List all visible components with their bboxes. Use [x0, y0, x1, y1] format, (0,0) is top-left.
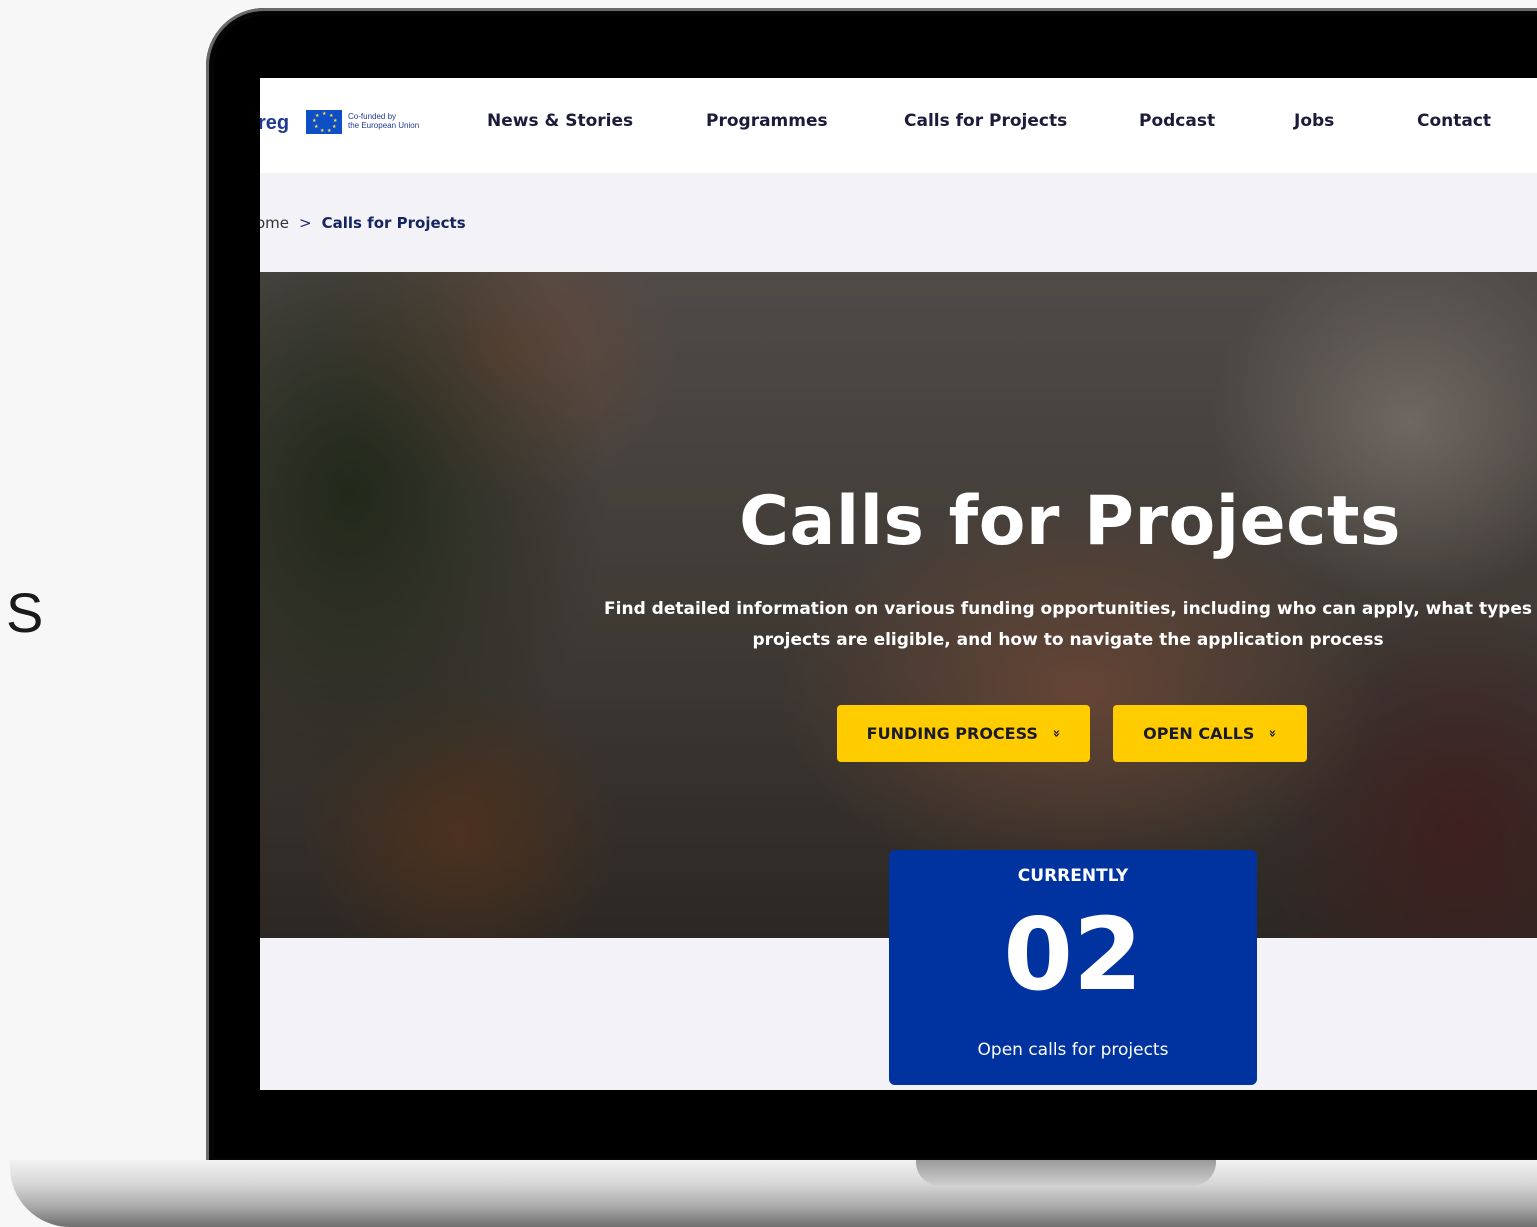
- nav-jobs[interactable]: Jobs: [1294, 111, 1334, 131]
- double-chevron-down-icon: »: [1048, 729, 1064, 738]
- top-navigation: reg ★ ★ ★ ★ ★ ★ ★ ★ ★ Co-funded by the E…: [260, 78, 1537, 173]
- nav-podcast[interactable]: Podcast: [1139, 111, 1215, 131]
- hero-subtitle-line2: projects are eligible, and how to naviga…: [752, 630, 1384, 650]
- counter-caption: Open calls for projects: [977, 1040, 1169, 1060]
- nav-calls-for-projects[interactable]: Calls for Projects: [904, 111, 1067, 131]
- open-calls-label: OPEN CALLS: [1143, 724, 1255, 743]
- eu-caption-line1: Co-funded by: [348, 112, 397, 121]
- site-logo[interactable]: reg: [260, 112, 289, 135]
- hero-subtitle: Find detailed information on various fun…: [578, 594, 1537, 656]
- hero-banner: Calls for Projects Find detailed informa…: [260, 272, 1537, 938]
- nav-contact[interactable]: Contact: [1417, 111, 1491, 131]
- breadcrumb-home-link[interactable]: ome: [260, 214, 289, 232]
- breadcrumb-separator-icon: >: [299, 214, 312, 232]
- funding-process-label: FUNDING PROCESS: [866, 724, 1038, 743]
- double-chevron-down-icon: »: [1265, 729, 1281, 738]
- laptop-base: [10, 1160, 1537, 1227]
- open-calls-button[interactable]: OPEN CALLS »: [1113, 705, 1307, 762]
- counter-number: 02: [1003, 896, 1143, 1013]
- eu-flag-icon: ★ ★ ★ ★ ★ ★ ★ ★ ★: [306, 110, 342, 134]
- eu-caption-line2: the European Union: [348, 121, 420, 130]
- laptop-opening-notch: [916, 1160, 1216, 1186]
- side-heading-fragment: S: [6, 581, 44, 644]
- nav-news-stories[interactable]: News & Stories: [487, 111, 633, 131]
- breadcrumb-current: Calls for Projects: [321, 214, 466, 232]
- nav-programmes[interactable]: Programmes: [706, 111, 828, 131]
- hero-subtitle-line1: Find detailed information on various fun…: [604, 599, 1532, 619]
- page-title: Calls for Projects: [739, 482, 1401, 561]
- open-calls-counter-card[interactable]: CURRENTLY 02 Open calls for projects: [889, 850, 1257, 1085]
- counter-label: CURRENTLY: [1017, 866, 1129, 886]
- eu-cofunded-caption: Co-funded by the European Union: [348, 112, 419, 130]
- funding-process-button[interactable]: FUNDING PROCESS »: [837, 705, 1090, 762]
- browser-viewport: reg ★ ★ ★ ★ ★ ★ ★ ★ ★ Co-funded by the E…: [260, 78, 1537, 1090]
- breadcrumb: ome > Calls for Projects: [260, 214, 466, 232]
